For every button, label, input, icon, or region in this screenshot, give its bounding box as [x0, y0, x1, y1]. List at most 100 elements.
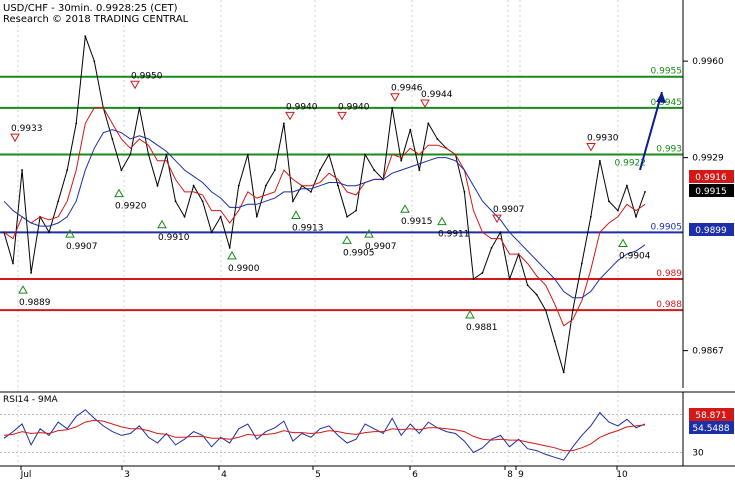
- price-point: [418, 169, 421, 171]
- price-point: [373, 169, 376, 171]
- price-tick-label: 0.9867: [692, 347, 724, 357]
- price-point: [571, 309, 574, 312]
- marker-label: 0.9904: [619, 251, 651, 261]
- price-point: [562, 371, 565, 374]
- price-point: [328, 153, 330, 156]
- rsi-label: RSI14 - 9MA: [3, 395, 59, 405]
- price-point: [228, 247, 231, 249]
- price-point: [210, 231, 213, 234]
- marker-label: 0.9911: [438, 230, 470, 240]
- price-point: [246, 153, 249, 156]
- price-point: [409, 128, 412, 131]
- marker-label: 0.9915: [401, 217, 433, 227]
- x-tick-label: 4: [221, 470, 227, 480]
- marker-label: 0.9900: [228, 264, 260, 274]
- price-point: [156, 184, 159, 187]
- badge-price-black-text: 0.9915: [695, 187, 727, 197]
- price-point: [21, 169, 23, 171]
- price-point: [183, 215, 186, 218]
- price-point: [75, 122, 78, 125]
- price-point: [282, 122, 285, 125]
- price-point: [93, 60, 96, 63]
- header-time: 0.9928:25 (CET): [96, 3, 178, 14]
- level-label: 0.9945: [651, 98, 683, 108]
- price-point: [589, 215, 592, 218]
- chart-container: 0.9955 0.9945 0.993 0.9905 0.989 0.988 0.9922 …: [0, 0, 735, 480]
- price-point: [337, 184, 339, 187]
- price-point: [129, 153, 132, 156]
- background: [0, 0, 735, 480]
- header-symbol: USD/CHF - 30min.: [3, 3, 93, 14]
- rsi-badge-blue-text: 54.5488: [692, 424, 729, 434]
- price-point: [30, 271, 32, 274]
- marker-label: 0.9950: [131, 71, 163, 81]
- price-point: [310, 190, 312, 193]
- price-point: [147, 153, 150, 156]
- level-label: 0.989: [656, 269, 682, 279]
- price-point: [201, 200, 204, 203]
- marker-label: 0.9930: [587, 134, 619, 144]
- x-tick-label: 5: [315, 470, 321, 480]
- x-tick-label: 9: [518, 470, 524, 480]
- marker-label: 0.9907: [365, 242, 397, 252]
- price-point: [364, 153, 367, 156]
- price-point: [120, 169, 123, 171]
- rsi-tick-label: 30: [692, 449, 704, 459]
- x-tick-label: 3: [124, 470, 130, 480]
- rsi-badge-red-text: 58.871: [695, 411, 727, 421]
- x-tick-label: 8: [507, 470, 513, 480]
- header-research: Research © 2018 TRADING CENTRAL: [3, 14, 189, 25]
- price-tick-label: 0.9960: [692, 57, 724, 67]
- price-point: [237, 184, 240, 187]
- price-point: [607, 200, 610, 203]
- price-point: [463, 190, 466, 193]
- marker-label: 0.9940: [286, 102, 318, 112]
- price-point: [481, 271, 484, 274]
- marker-label: 0.9944: [421, 90, 453, 100]
- marker-label: 0.9920: [115, 202, 147, 212]
- price-point: [174, 200, 177, 203]
- price-point: [580, 262, 583, 265]
- price-point: [84, 35, 87, 38]
- level-label: 0.988: [656, 300, 682, 310]
- price-point: [427, 122, 430, 125]
- price-point: [400, 159, 403, 162]
- price-point: [626, 184, 628, 187]
- price-point: [111, 138, 114, 140]
- marker-label: 0.9881: [466, 323, 498, 333]
- x-tick-label: Jul: [20, 470, 32, 480]
- marker-label: 0.9946: [391, 84, 423, 94]
- level-label: 0.9955: [651, 67, 683, 77]
- marker-label: 0.9907: [493, 205, 525, 215]
- price-point: [499, 231, 502, 234]
- marker-label: 0.9910: [158, 233, 190, 243]
- badge-price-blue-text: 0.9899: [695, 226, 727, 236]
- price-point: [617, 209, 619, 212]
- level-label: 0.993: [656, 145, 682, 155]
- price-point: [391, 106, 394, 109]
- price-point: [472, 278, 475, 280]
- price-point: [192, 184, 195, 187]
- marker-label: 0.9940: [338, 102, 370, 112]
- marker-label: 0.9889: [19, 298, 51, 308]
- x-tick-label: 10: [616, 470, 628, 480]
- price-point: [436, 138, 439, 140]
- price-point: [138, 106, 141, 109]
- price-point: [48, 231, 51, 234]
- price-point: [508, 278, 511, 280]
- price-point: [635, 215, 637, 218]
- price-point: [490, 247, 493, 249]
- marker-label: 0.9907: [66, 242, 98, 252]
- price-point: [219, 215, 222, 218]
- price-point: [66, 169, 69, 171]
- price-point: [165, 153, 168, 156]
- price-point: [273, 169, 276, 171]
- price-point: [319, 169, 321, 171]
- price-point: [598, 159, 601, 162]
- price-point: [292, 200, 294, 203]
- price-point: [12, 262, 14, 265]
- price-point: [264, 184, 267, 187]
- marker-label: 0.9913: [292, 223, 324, 233]
- price-point: [544, 309, 547, 312]
- price-point: [255, 215, 258, 218]
